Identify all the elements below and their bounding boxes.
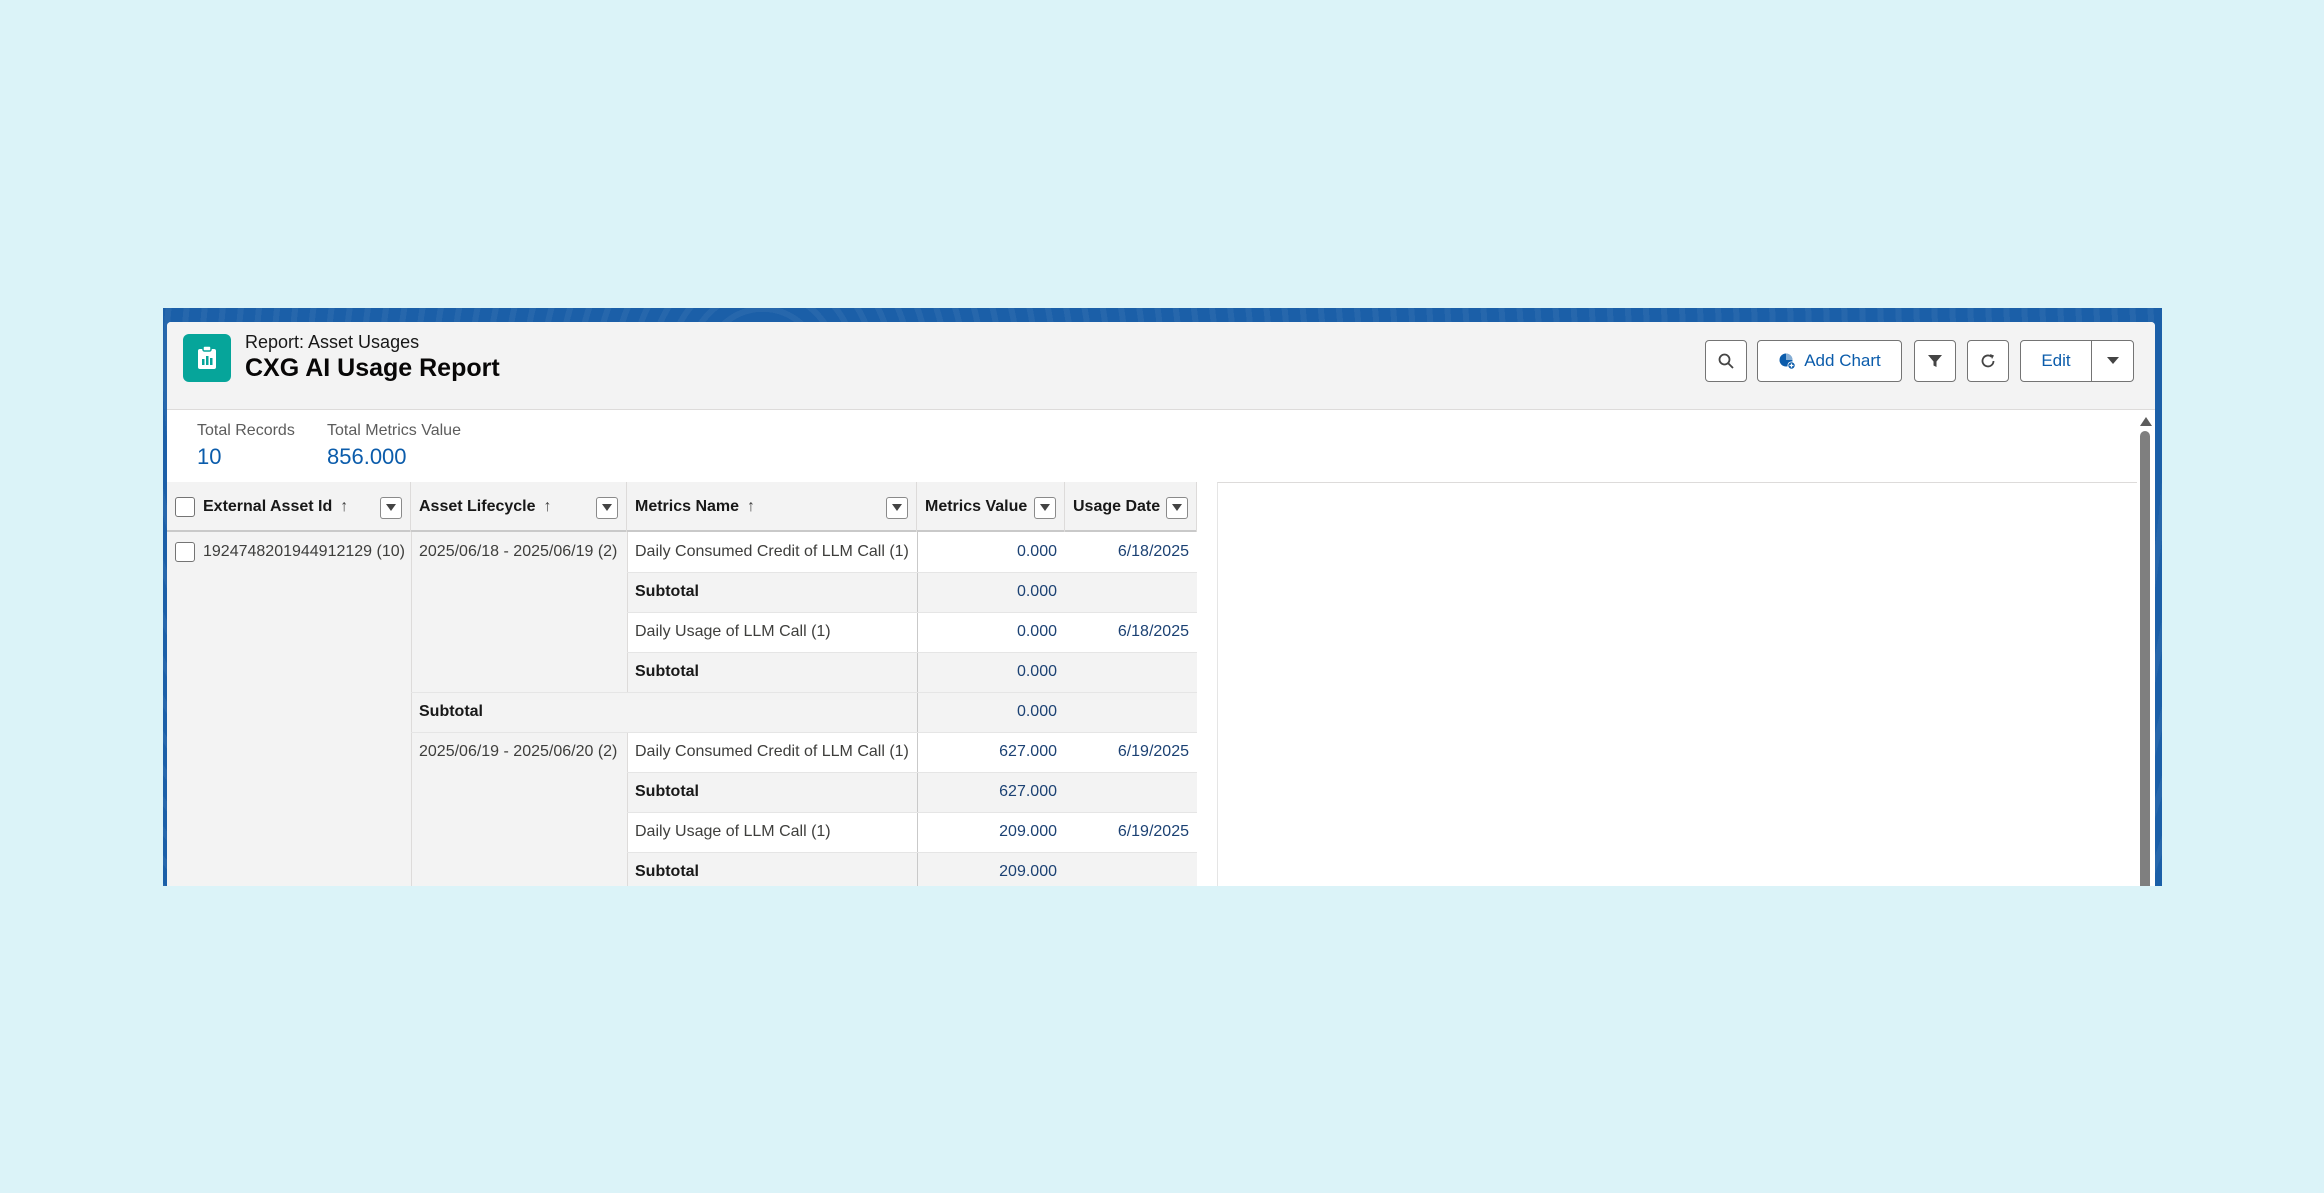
- page-title: CXG AI Usage Report: [245, 354, 500, 382]
- chevron-down-icon: [2106, 357, 2119, 364]
- report-icon: [183, 334, 231, 382]
- column-header-external-asset-id[interactable]: External Asset Id ↑: [167, 482, 411, 532]
- subtotal-label: Subtotal: [635, 663, 699, 680]
- total-records-summary: Total Records 10: [197, 422, 295, 470]
- report-type-label: Report: Asset Usages: [245, 332, 420, 352]
- asset-lifecycle-cell: 2025/06/19 - 2025/06/20 (2): [419, 743, 618, 760]
- total-records-value: 10: [197, 444, 222, 469]
- chart-area: [1217, 482, 2137, 886]
- vertical-scrollbar[interactable]: [2139, 417, 2152, 886]
- filter-button[interactable]: [1914, 340, 1956, 382]
- scroll-thumb[interactable]: [2140, 431, 2150, 886]
- sort-ascending-icon: ↑: [747, 498, 756, 515]
- column-label: Metrics Name: [635, 498, 740, 515]
- asset-lifecycle-cell: 2025/06/18 - 2025/06/19 (2): [419, 543, 618, 560]
- metrics-name-cell: Daily Consumed Credit of LLM Call (1): [635, 743, 909, 760]
- subtotal-value: 0.000: [1016, 583, 1057, 600]
- external-asset-id-value: 1924748201944912129 (10): [203, 543, 405, 560]
- column-label: Usage Date: [1073, 498, 1161, 515]
- lifecycle-subtotal-value: 0.000: [1016, 703, 1057, 720]
- row-checkbox[interactable]: [175, 542, 195, 562]
- chevron-down-icon: [602, 504, 612, 511]
- metrics-name-cell: Daily Consumed Credit of LLM Call (1): [635, 543, 909, 560]
- add-chart-label: Add Chart: [1804, 351, 1881, 370]
- external-asset-id-cell: 1924748201944912129 (10): [167, 532, 411, 572]
- column-menu-button[interactable]: [380, 497, 402, 519]
- total-records-label: Total Records: [197, 422, 295, 439]
- report-header: Report: Asset Usages CXG AI Usage Report…: [167, 322, 2155, 410]
- subtotal-label: Subtotal: [635, 583, 699, 600]
- column-menu-button[interactable]: [886, 497, 908, 519]
- select-all-checkbox[interactable]: [175, 497, 195, 517]
- lifecycle-subtotal-label: Subtotal: [419, 703, 483, 720]
- subtotal-value: 0.000: [1016, 663, 1057, 680]
- metrics-value-cell: 209.000: [999, 823, 1057, 840]
- metrics-value-cell: 627.000: [999, 743, 1057, 760]
- filter-icon: [1928, 355, 1942, 367]
- metrics-value-cell: 0.000: [1016, 623, 1057, 640]
- total-metrics-label: Total Metrics Value: [327, 422, 461, 439]
- table-header: External Asset Id ↑ Asset Lifecycle ↑ Me…: [167, 482, 1197, 532]
- report-panel: Report: Asset Usages CXG AI Usage Report…: [167, 322, 2155, 886]
- report-frame: Report: Asset Usages CXG AI Usage Report…: [163, 308, 2162, 886]
- search-icon: [1718, 353, 1734, 369]
- usage-date-cell: 6/19/2025: [1117, 823, 1189, 840]
- edit-button[interactable]: Edit: [2020, 340, 2092, 382]
- column-menu-button[interactable]: [1166, 497, 1188, 519]
- column-header-asset-lifecycle[interactable]: Asset Lifecycle ↑: [411, 482, 627, 532]
- column-header-usage-date[interactable]: Usage Date: [1065, 482, 1197, 532]
- chart-add-icon: [1779, 353, 1796, 370]
- sort-ascending-icon: ↑: [340, 498, 349, 515]
- total-metrics-value: 856.000: [327, 444, 407, 469]
- chevron-down-icon: [1172, 504, 1182, 511]
- chevron-down-icon: [386, 504, 396, 511]
- report-table: External Asset Id ↑ Asset Lifecycle ↑ Me…: [167, 482, 1197, 886]
- column-menu-button[interactable]: [596, 497, 618, 519]
- usage-date-cell: 6/18/2025: [1117, 543, 1189, 560]
- subtotal-label: Subtotal: [635, 783, 699, 800]
- column-label: Metrics Value: [925, 498, 1028, 515]
- subtotal-label: Subtotal: [635, 863, 699, 880]
- subtotal-value: 627.000: [999, 783, 1057, 800]
- column-label: Asset Lifecycle: [419, 498, 536, 515]
- metrics-value-cell: 0.000: [1016, 543, 1057, 560]
- search-button[interactable]: [1705, 340, 1747, 382]
- add-chart-button[interactable]: Add Chart: [1757, 340, 1902, 382]
- metrics-name-cell: Daily Usage of LLM Call (1): [635, 823, 831, 840]
- scroll-up-arrow-icon[interactable]: [2140, 417, 2152, 426]
- subtotal-value: 209.000: [999, 863, 1057, 880]
- column-menu-button[interactable]: [1034, 497, 1056, 519]
- chevron-down-icon: [892, 504, 902, 511]
- chevron-down-icon: [1040, 504, 1050, 511]
- total-metrics-summary: Total Metrics Value 856.000: [327, 422, 461, 470]
- column-header-metrics-value[interactable]: Metrics Value: [917, 482, 1065, 532]
- more-actions-button[interactable]: [2091, 340, 2134, 382]
- usage-date-cell: 6/18/2025: [1117, 623, 1189, 640]
- column-label: External Asset Id: [203, 498, 333, 515]
- sort-ascending-icon: ↑: [543, 498, 552, 515]
- usage-date-cell: 6/19/2025: [1117, 743, 1189, 760]
- refresh-icon: [1981, 354, 1995, 368]
- metrics-name-cell: Daily Usage of LLM Call (1): [635, 623, 831, 640]
- group-bg-asset: [167, 532, 411, 886]
- refresh-button[interactable]: [1967, 340, 2009, 382]
- column-header-metrics-name[interactable]: Metrics Name ↑: [627, 482, 917, 532]
